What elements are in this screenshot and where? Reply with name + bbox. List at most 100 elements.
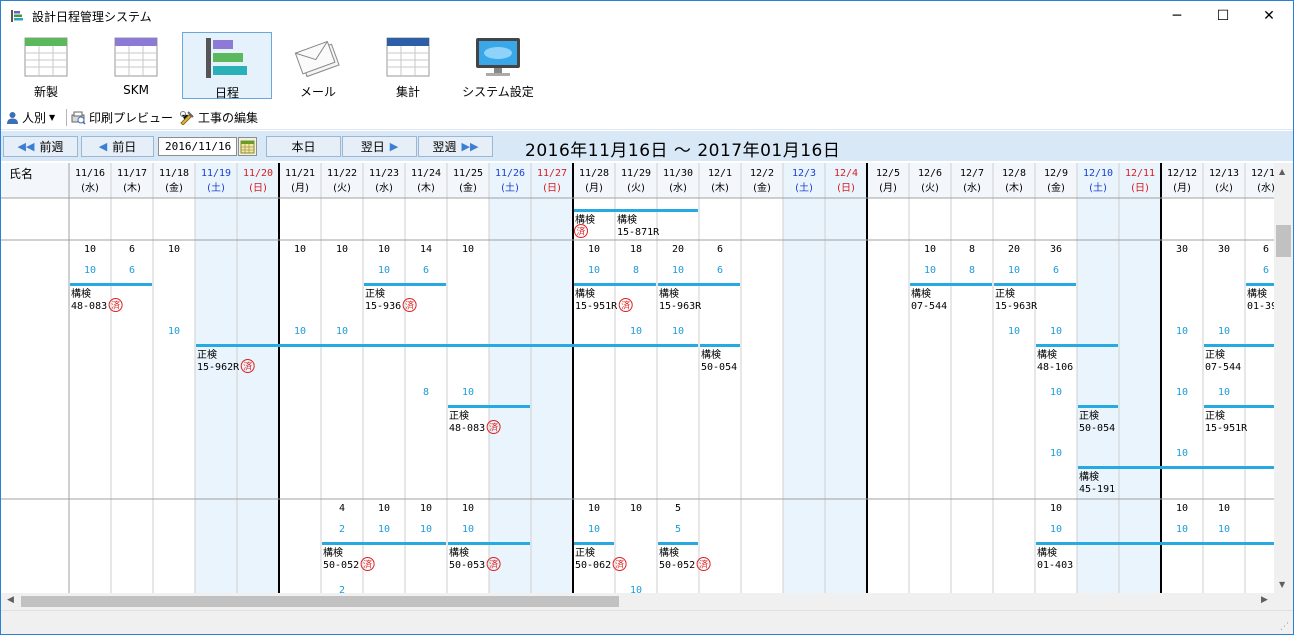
task-code: 48-083 bbox=[449, 423, 485, 434]
ribbon-label: 新製 bbox=[33, 85, 58, 99]
person-view-label: 人別 bbox=[22, 111, 47, 125]
print-preview-label: 印刷プレビュー bbox=[89, 111, 174, 125]
task-daily-hours: 5 bbox=[675, 524, 681, 535]
daily-total: 10 bbox=[924, 244, 936, 255]
day-header-weekday: (金) bbox=[459, 181, 477, 194]
scrollbar-corner bbox=[1274, 593, 1293, 610]
day-header-weekday: (土) bbox=[1089, 181, 1107, 194]
person-view-dropdown[interactable]: 人別 ▼ bbox=[6, 109, 55, 126]
scroll-down-icon[interactable]: ▼ bbox=[1279, 580, 1285, 589]
daily-total: 10 bbox=[630, 503, 642, 514]
task-code: 15-963R bbox=[995, 301, 1038, 312]
task-kind: 構検 bbox=[911, 287, 931, 300]
task-bar bbox=[994, 283, 1076, 286]
task-kind: 正検 bbox=[197, 348, 217, 361]
task-code: 48-083 bbox=[71, 301, 107, 312]
task-kind: 正検 bbox=[449, 409, 469, 422]
left-arrow-icon: ◀ bbox=[98, 140, 108, 153]
ribbon-button-summary[interactable]: 集計 bbox=[363, 32, 453, 99]
ribbon-button-schedule[interactable]: 日程 bbox=[182, 32, 272, 100]
task-daily-hours: 8 bbox=[633, 265, 639, 276]
maximize-button[interactable]: ☐ bbox=[1200, 1, 1246, 31]
daily-total: 10 bbox=[378, 244, 390, 255]
task-bar bbox=[196, 344, 698, 347]
horizontal-scroll-thumb[interactable] bbox=[21, 596, 619, 607]
task-bar bbox=[658, 542, 698, 545]
task-code: 15-962R bbox=[197, 362, 240, 373]
task-daily-hours: 6 bbox=[717, 265, 723, 276]
ribbon-label: 日程 bbox=[214, 86, 239, 100]
ribbon-toolbar: 新製 SKM 日程 メール 集計 システム設定 bbox=[1, 31, 1293, 101]
minimize-button[interactable]: ─ bbox=[1154, 1, 1200, 31]
print-preview-dropdown[interactable]: 印刷プレビュー ▼ bbox=[71, 109, 188, 126]
schedule-icon bbox=[206, 38, 247, 78]
day-header-date: 11/16 bbox=[75, 168, 105, 179]
horizontal-scrollbar[interactable]: ◀ ▶ bbox=[1, 593, 1274, 610]
task-kind: 構検 bbox=[575, 213, 595, 226]
weekend-column-bg bbox=[825, 163, 867, 593]
ribbon-button-skm[interactable]: SKM bbox=[91, 32, 181, 99]
prev-day-button[interactable]: ◀ 前日 bbox=[81, 136, 154, 157]
today-label: 本日 bbox=[291, 140, 316, 154]
vertical-scrollbar[interactable]: ▲ ▼ bbox=[1274, 163, 1293, 593]
task-code: 50-062 bbox=[575, 560, 611, 571]
task-daily-hours: 10 bbox=[1050, 387, 1062, 398]
task-daily-hours: 10 bbox=[168, 326, 180, 337]
calendar-button[interactable] bbox=[238, 137, 257, 156]
daily-total: 10 bbox=[588, 503, 600, 514]
task-kind: 正検 bbox=[365, 287, 385, 300]
toolbar-separator bbox=[66, 109, 67, 126]
daily-total: 10 bbox=[420, 503, 432, 514]
today-button[interactable]: 本日 bbox=[266, 136, 341, 157]
table-green-icon bbox=[24, 37, 68, 77]
calendar-icon bbox=[240, 140, 255, 154]
task-kind: 構検 bbox=[1037, 348, 1057, 361]
next-day-button[interactable]: 翌日 ▶ bbox=[342, 136, 417, 157]
task-bar bbox=[574, 283, 656, 286]
daily-total: 30 bbox=[1176, 244, 1188, 255]
task-code: 50-054 bbox=[1079, 423, 1115, 434]
daily-total: 10 bbox=[1218, 503, 1230, 514]
task-daily-hours: 10 bbox=[294, 326, 306, 337]
task-daily-hours: 10 bbox=[84, 265, 96, 276]
task-code: 07-544 bbox=[911, 301, 947, 312]
table-purple-icon bbox=[114, 37, 158, 77]
day-header-weekday: (水) bbox=[81, 182, 99, 194]
vertical-scroll-thumb[interactable] bbox=[1276, 225, 1291, 257]
task-bar bbox=[1036, 344, 1118, 347]
task-kind: 構検 bbox=[575, 287, 595, 300]
daily-total: 8 bbox=[969, 244, 975, 255]
daily-total: 5 bbox=[675, 503, 681, 514]
task-code: 15-963R bbox=[659, 301, 702, 312]
date-input[interactable]: 2016/11/16 bbox=[158, 137, 237, 156]
task-daily-hours: 10 bbox=[1008, 326, 1020, 337]
done-stamp-label: 済 bbox=[489, 422, 498, 434]
task-code: 50-054 bbox=[701, 362, 737, 373]
day-header-weekday: (日) bbox=[543, 183, 561, 194]
scroll-up-icon[interactable]: ▲ bbox=[1279, 167, 1285, 176]
resize-grip-icon[interactable]: ⋰ bbox=[1280, 622, 1289, 632]
day-header-weekday: (火) bbox=[921, 182, 939, 194]
edit-construction-button[interactable]: 工事の編集 bbox=[179, 109, 258, 126]
scroll-right-icon[interactable]: ▶ bbox=[1261, 595, 1268, 605]
task-code: 50-052 bbox=[659, 560, 695, 571]
app-icon bbox=[11, 10, 23, 22]
weekend-column-bg bbox=[237, 163, 279, 593]
close-button[interactable]: ✕ bbox=[1246, 1, 1292, 31]
daily-total: 10 bbox=[1050, 503, 1062, 514]
daily-total: 36 bbox=[1050, 244, 1062, 255]
daily-total: 30 bbox=[1218, 244, 1230, 255]
prev-week-button[interactable]: ◀◀ 前週 bbox=[3, 136, 78, 157]
double-right-arrow-icon: ▶▶ bbox=[461, 140, 479, 153]
task-kind: 構検 bbox=[617, 213, 637, 226]
task-bar bbox=[658, 283, 740, 286]
scroll-left-icon[interactable]: ◀ bbox=[7, 595, 14, 605]
ribbon-button-mail[interactable]: メール bbox=[273, 32, 363, 99]
day-header-weekday: (金) bbox=[165, 181, 183, 194]
ribbon-button-new[interactable]: 新製 bbox=[1, 32, 91, 99]
task-daily-hours: 10 bbox=[1176, 448, 1188, 459]
day-header-date: 12/12 bbox=[1167, 168, 1197, 179]
task-bar bbox=[364, 283, 446, 286]
next-week-button[interactable]: 翌週 ▶▶ bbox=[418, 136, 493, 157]
ribbon-button-settings[interactable]: システム設定 bbox=[453, 32, 543, 99]
